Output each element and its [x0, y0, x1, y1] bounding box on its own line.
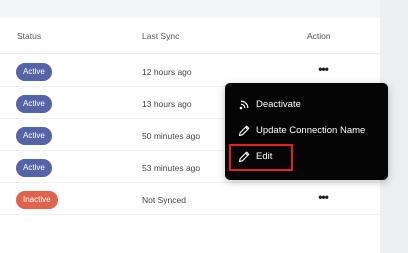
menu-item-update-connection-name[interactable]: Update Connection Name — [225, 120, 388, 142]
last-sync-value: 53 minutes ago — [142, 163, 201, 173]
more-actions-button[interactable]: ••• — [315, 63, 331, 79]
status-badge: Active — [16, 127, 52, 145]
status-badge: Active — [16, 159, 52, 177]
column-header-status: Status — [17, 31, 42, 41]
menu-item-label: Update Connection Name — [256, 125, 366, 136]
last-sync-value: 13 hours ago — [142, 99, 192, 109]
more-actions-button[interactable]: ••• — [315, 191, 331, 207]
column-header-action: Action — [307, 31, 331, 41]
edit-highlight-box — [229, 144, 293, 171]
status-badge: Active — [16, 95, 52, 113]
status-badge: Inactive — [16, 191, 58, 209]
table-header: Status Last Sync Action — [0, 18, 380, 54]
pencil-icon — [237, 124, 251, 138]
column-header-last-sync: Last Sync — [142, 31, 180, 41]
menu-item-deactivate[interactable]: Deactivate — [225, 94, 388, 116]
table-row: Inactive Not Synced ••• — [0, 183, 380, 215]
wireless-signal-icon — [237, 98, 251, 112]
last-sync-value: Not Synced — [142, 195, 186, 205]
menu-item-label: Deactivate — [256, 99, 301, 110]
status-badge: Active — [16, 63, 52, 81]
last-sync-value: 12 hours ago — [142, 67, 192, 77]
last-sync-value: 50 minutes ago — [142, 131, 201, 141]
